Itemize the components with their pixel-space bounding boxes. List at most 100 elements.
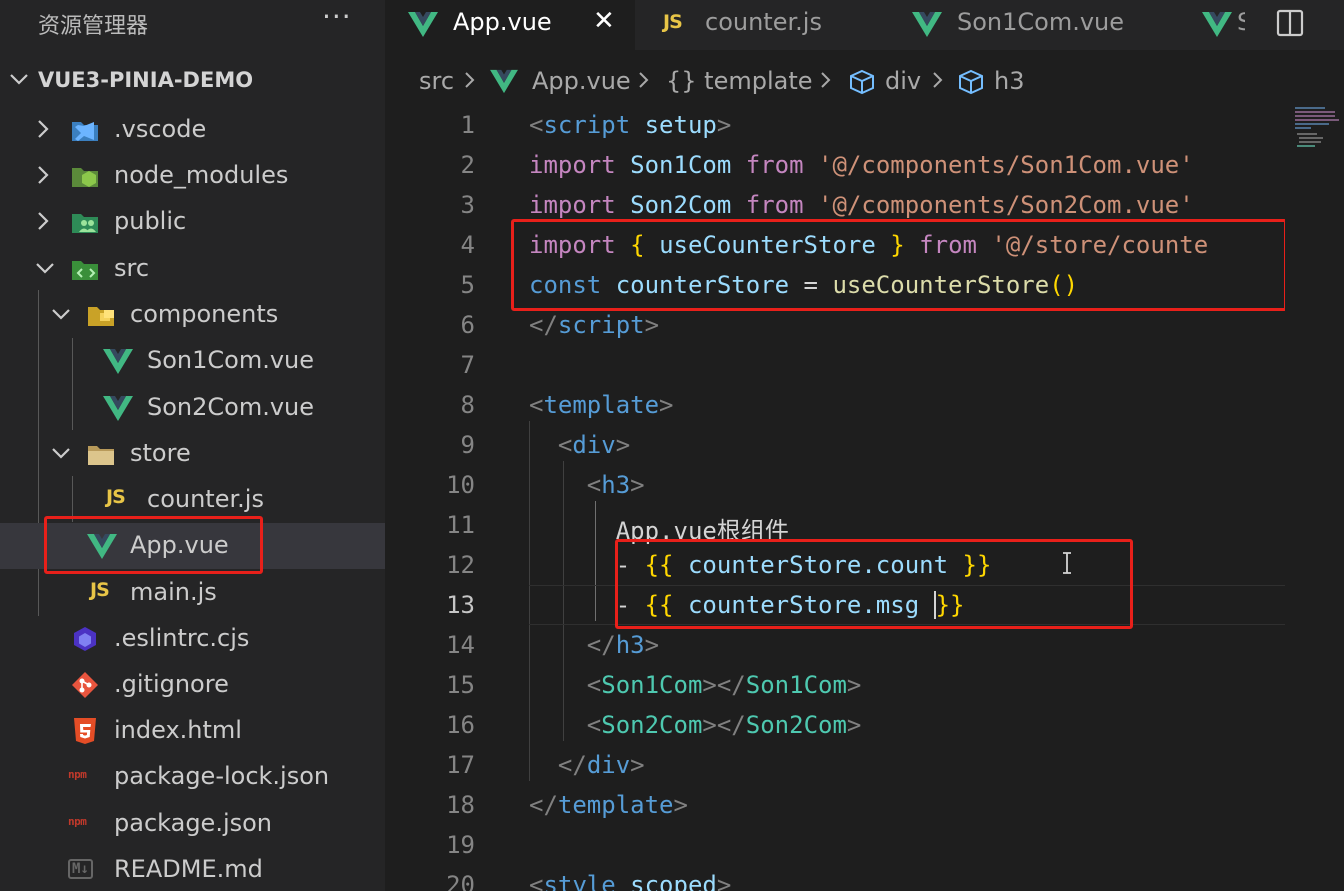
js-file-icon: JS [106,486,126,508]
chevron-right-icon [819,67,833,99]
token: script [557,311,645,339]
token: { [630,231,645,259]
tree-item-store[interactable]: store [0,431,385,477]
tab-app-vue[interactable]: App.vue ✕ [385,0,635,50]
tree-item-vscode[interactable]: .vscode [0,107,385,153]
tree-item-package-json[interactable]: npm package.json [0,801,385,847]
tree-item-readme[interactable]: M↓ README.md [0,847,385,891]
token: div [572,431,616,459]
folder-icon [86,440,116,468]
code-line: 16 <Son2Com></Son2Com> [385,705,1285,745]
tree-item-public[interactable]: public [0,199,385,245]
chevron-right-icon [34,118,52,140]
code-line: 1 <script setup> [385,105,1285,145]
cube-icon [956,68,986,100]
mouse-ibeam-icon [1061,551,1073,581]
code-line: 9 <div> [385,425,1285,465]
code-line: 15 <Son1Com></Son1Com> [385,665,1285,705]
chevron-right-icon [931,67,945,99]
tab-son2com[interactable]: S [1175,0,1245,50]
token: template [557,791,674,819]
token: '@/components/Son1Com.vue' [818,151,1194,179]
tree-item-eslintrc[interactable]: .eslintrc.cjs [0,616,385,662]
tree-item-counter-js[interactable]: JS counter.js [0,477,385,523]
tree-item-label: .vscode [114,115,207,143]
npm-file-icon: npm [68,768,87,781]
code-line: 2 import Son1Com from '@/components/Son1… [385,145,1285,185]
more-actions-icon[interactable]: ··· [322,0,352,33]
token: template [543,391,660,419]
token: Son1Com [745,671,847,699]
tree-item-gitignore[interactable]: .gitignore [0,662,385,708]
line-number: 14 [446,631,475,659]
code-line: 6 </script> [385,305,1285,345]
tree-item-son1com[interactable]: Son1Com.vue [0,338,385,384]
tree-item-app-vue[interactable]: App.vue [0,523,385,569]
split-editor-icon[interactable] [1275,8,1305,42]
tree-item-label: Son1Com.vue [147,346,315,374]
tab-son1com[interactable]: Son1Com.vue [885,0,1175,50]
tree-item-label: package-lock.json [114,762,330,790]
token: = [803,271,818,299]
token: </ [529,791,558,819]
code-line: 11 App.vue根组件 [385,505,1285,545]
code-line: 19 [385,825,1285,865]
minimap[interactable] [1285,105,1344,891]
code-line: 5 const counterStore = useCounterStore() [385,265,1285,305]
token: < [586,711,602,739]
token: </ [529,311,558,339]
code-line: 20 <style scoped> [385,865,1285,891]
token: ></ [702,711,746,739]
vue-file-icon [1201,10,1233,42]
code-line: 18 </template> [385,785,1285,825]
close-icon[interactable]: ✕ [593,6,615,36]
tree-item-node-modules[interactable]: node_modules [0,153,385,199]
tree-item-label: store [130,439,191,467]
code-line: 14 </h3> [385,625,1285,665]
token: import [529,151,616,179]
breadcrumb: src App.vue {} template div h3 [385,50,1344,112]
js-file-icon: JS [90,579,110,601]
token: > [716,871,732,891]
node-folder-icon [70,162,100,190]
line-number: 7 [460,351,475,379]
tree-item-label: .gitignore [114,670,229,698]
tree-item-src[interactable]: src [0,246,385,292]
breadcrumb-item[interactable]: App.vue [532,67,631,95]
breadcrumb-item[interactable]: {} template [666,67,813,95]
project-root[interactable]: VUE3-PINIA-DEMO [0,64,385,100]
tree-item-index-html[interactable]: index.html [0,708,385,754]
token: > [673,791,688,819]
breadcrumb-item[interactable]: src [419,67,454,95]
code-line: 17 </div> [385,745,1285,785]
tree-item-label: components [130,300,279,328]
chevron-down-icon [8,68,30,90]
line-number: 6 [460,311,475,339]
tab-label: App.vue [453,8,552,36]
cube-icon [847,68,877,100]
tree-item-main-js[interactable]: JS main.js [0,570,385,616]
vue-file-icon [102,347,133,375]
html5-file-icon [70,717,100,745]
line-number: 9 [460,431,475,459]
token: h3 [615,631,645,659]
tree-item-son2com[interactable]: Son2Com.vue [0,385,385,431]
tree-item-components[interactable]: components [0,292,385,338]
breadcrumb-item[interactable]: h3 [994,67,1024,95]
src-folder-icon [70,255,100,283]
token: </ [557,751,587,779]
code-editor[interactable]: 1 <script setup> 2 import Son1Com from '… [385,105,1285,891]
chevron-down-icon [50,303,72,325]
line-number: 3 [460,191,475,219]
token: > [630,471,645,499]
git-file-icon [70,671,100,699]
chevron-right-icon [637,67,651,99]
tree-item-package-lock[interactable]: npm package-lock.json [0,754,385,800]
public-folder-icon [70,208,100,236]
token: } [890,231,905,259]
tree-item-label: Son2Com.vue [147,393,315,421]
breadcrumb-item[interactable]: div [885,67,921,95]
token: div [586,751,631,779]
tab-counter-js[interactable]: JS counter.js [635,0,885,50]
token: App.vue根组件 [615,517,789,545]
